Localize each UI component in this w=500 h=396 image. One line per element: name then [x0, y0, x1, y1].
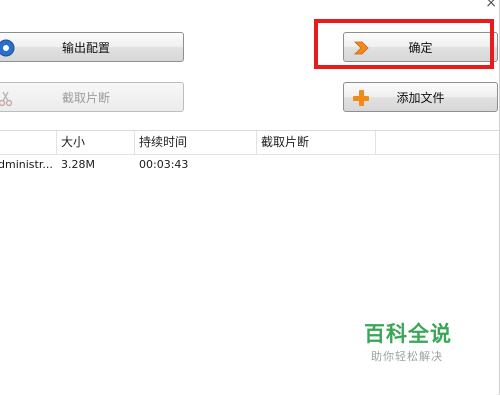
- cell-clip: [257, 155, 376, 175]
- table-header: 大小 持续时间 截取片断: [0, 131, 500, 155]
- table-row[interactable]: dministr... 3.28M 00:03:43: [0, 155, 500, 175]
- watermark-subtitle: 助你轻松解决: [371, 350, 443, 363]
- column-header-duration[interactable]: 持续时间: [135, 131, 257, 154]
- settings-disc-icon: [0, 39, 15, 57]
- scissors-icon: [0, 89, 15, 107]
- output-config-button[interactable]: 输出配置: [0, 32, 184, 62]
- cell-duration: 00:03:43: [139, 158, 189, 171]
- add-file-button[interactable]: 添加文件: [343, 82, 498, 112]
- highlight-box: [314, 19, 494, 69]
- clip-segment-button[interactable]: 截取片断: [0, 82, 184, 112]
- add-file-label: 添加文件: [396, 90, 445, 105]
- column-header-name[interactable]: [0, 131, 57, 154]
- plus-icon: [352, 89, 370, 107]
- column-header-size[interactable]: 大小: [57, 131, 135, 154]
- column-header-clip[interactable]: 截取片断: [257, 131, 376, 154]
- column-header-extra: [376, 131, 500, 154]
- close-icon[interactable]: ×: [485, 0, 497, 10]
- output-config-label: 输出配置: [61, 40, 110, 55]
- cell-name: dministr...: [0, 158, 53, 171]
- watermark-title: 百科全说: [364, 322, 452, 346]
- clip-segment-label: 截取片断: [61, 90, 110, 105]
- cell-size: 3.28M: [61, 158, 95, 171]
